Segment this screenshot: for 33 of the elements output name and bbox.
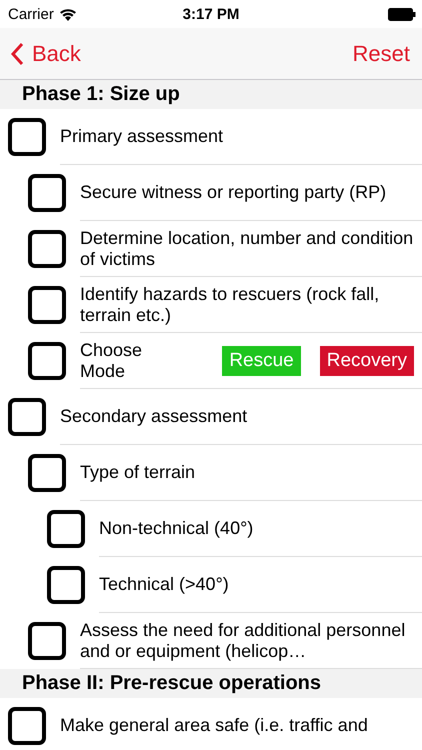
item-label: Make general area safe (i.e. traffic and bbox=[60, 715, 368, 736]
item-label: Secure witness or reporting party (RP) bbox=[80, 182, 386, 203]
item-label: Assess the need for additional personnel and or equipment (helicop… bbox=[80, 620, 406, 662]
carrier-name: Carrier bbox=[8, 6, 54, 22]
checkbox[interactable] bbox=[47, 510, 85, 548]
wifi-icon bbox=[58, 8, 77, 20]
item-label: Technical (>40°) bbox=[99, 574, 229, 595]
checkbox[interactable] bbox=[28, 622, 66, 660]
reset-button[interactable]: Reset bbox=[352, 40, 410, 66]
checkbox[interactable] bbox=[8, 118, 46, 156]
back-button[interactable]: Back bbox=[10, 40, 81, 66]
checkbox[interactable] bbox=[28, 174, 66, 212]
section-header: Phase II: Pre-rescue operations bbox=[22, 672, 322, 694]
checkbox[interactable] bbox=[28, 342, 66, 380]
item-label: Identify hazards to rescuers (rock fall, terrain etc.) bbox=[80, 284, 380, 326]
mode-button[interactable]: Rescue bbox=[222, 346, 301, 376]
checkbox[interactable] bbox=[28, 454, 66, 492]
item-label: Type of terrain bbox=[80, 462, 196, 483]
clock-time: 3:17 PM bbox=[182, 6, 240, 22]
checkbox[interactable] bbox=[8, 707, 46, 745]
item-label: Secondary assessment bbox=[60, 406, 248, 427]
checkbox[interactable] bbox=[47, 566, 85, 604]
mode-button[interactable]: Recovery bbox=[320, 346, 414, 376]
checkbox[interactable] bbox=[8, 398, 46, 436]
item-label: Choose Mode bbox=[80, 340, 144, 382]
checkbox[interactable] bbox=[28, 286, 66, 324]
checkbox[interactable] bbox=[28, 230, 66, 268]
item-label: Primary assessment bbox=[60, 126, 224, 147]
item-label: Non-technical (40°) bbox=[99, 518, 254, 539]
battery-icon bbox=[388, 8, 416, 20]
item-label: Determine location, number and condition of victims bbox=[80, 228, 414, 270]
section-header: Phase 1: Size up bbox=[22, 83, 180, 105]
chevron-left-icon bbox=[10, 42, 24, 66]
